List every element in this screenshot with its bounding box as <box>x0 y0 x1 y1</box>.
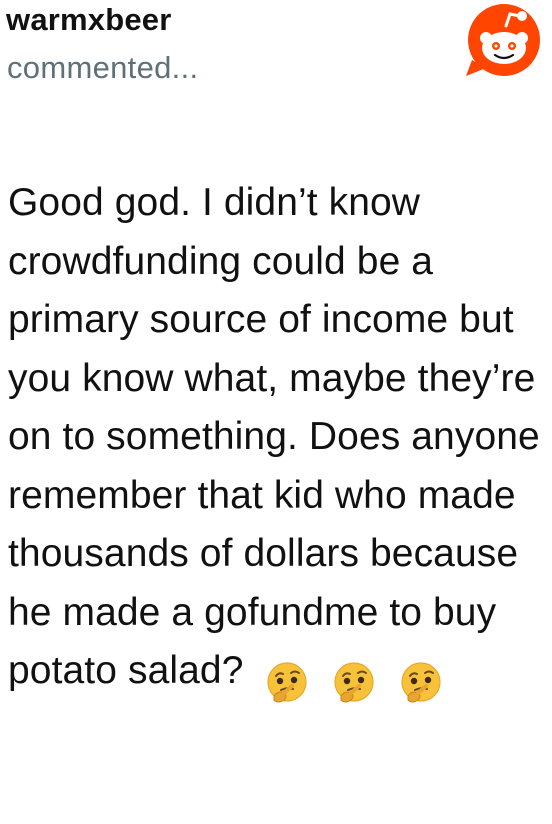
username[interactable]: warmxbeer <box>6 2 172 38</box>
thinking-face-icon <box>401 662 441 703</box>
comment-text: Good god. I didn’t know crowdfunding cou… <box>8 181 540 692</box>
thinking-face-icon <box>267 662 308 703</box>
reddit-snoo-icon <box>466 4 540 76</box>
thinking-face-icon <box>334 662 374 703</box>
comment-action-label: commented... <box>7 50 199 85</box>
emoji-group <box>264 652 454 711</box>
comment-body: Good god. I didn’t know crowdfunding cou… <box>8 174 544 711</box>
